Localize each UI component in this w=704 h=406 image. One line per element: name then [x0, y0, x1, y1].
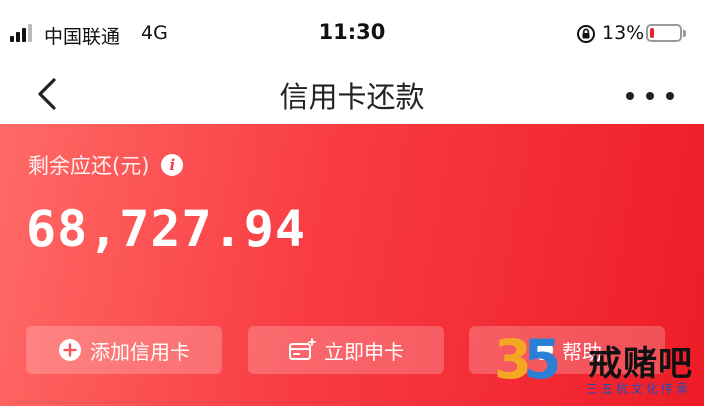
balance-label: 剩余应还(元)	[28, 154, 150, 178]
card-plus-icon	[289, 338, 316, 360]
info-icon[interactable]: i	[161, 154, 184, 176]
navigation-bar: 信用卡还款	[0, 66, 704, 124]
battery-fill	[650, 28, 654, 38]
battery-cap	[683, 30, 686, 37]
balance-label-row: 剩余应还(元) i	[28, 150, 184, 180]
page-title: 信用卡还款	[279, 80, 425, 114]
watermark-brand: 戒赌吧	[588, 344, 693, 384]
more-dots-icon[interactable]	[622, 76, 678, 116]
watermark-number: 35	[494, 330, 561, 390]
add-credit-card-label: 添加信用卡	[90, 339, 190, 364]
balance-amount: 68,727.94	[26, 200, 306, 258]
status-bar: 中国联通 4G 11:30 13%	[0, 0, 704, 66]
watermark-slogan: 三五杭文化传承	[586, 382, 692, 396]
apply-card-button[interactable]: 立即申卡	[248, 326, 444, 374]
add-credit-card-button[interactable]: 添加信用卡	[26, 326, 222, 374]
plus-circle-icon	[59, 339, 81, 361]
rotation-lock-icon	[577, 25, 595, 43]
battery-percent: 13%	[602, 22, 645, 44]
watermark-logo: 35 戒赌吧 三五杭文化传承	[494, 330, 704, 406]
battery-icon	[646, 24, 682, 42]
status-time: 11:30	[318, 20, 386, 44]
apply-card-label: 立即申卡	[324, 339, 404, 364]
watermark-digit-5: 5	[523, 328, 562, 391]
